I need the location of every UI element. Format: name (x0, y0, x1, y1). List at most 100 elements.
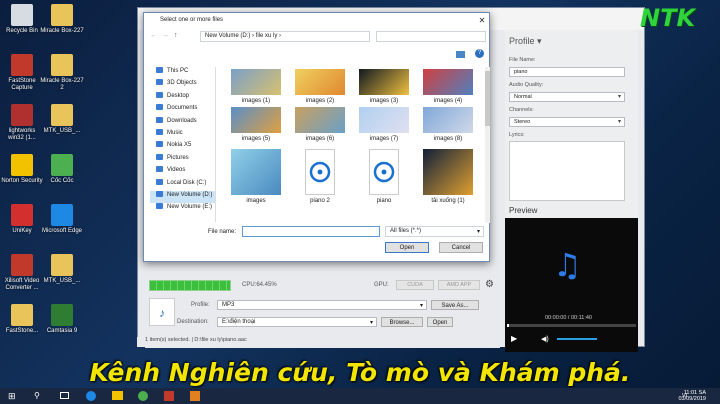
open-button[interactable]: Open (385, 242, 429, 253)
view-icon[interactable] (456, 51, 465, 58)
filename-label: File name: (208, 229, 237, 235)
save-as-button[interactable]: Save As... (431, 300, 479, 310)
browse-button[interactable]: Browse... (381, 317, 423, 327)
file-dialog: Select one or more files ✕ ← → ↑ New Vol… (143, 12, 490, 262)
desktop-icon[interactable]: Microsoft Edge (40, 204, 84, 235)
file-item[interactable]: images (5) (226, 107, 286, 142)
scrollbar[interactable] (485, 67, 490, 223)
address-bar[interactable]: New Volume (D:) › file xu ly › (200, 31, 370, 42)
nav-item-icon (156, 79, 163, 86)
search-box[interactable] (376, 31, 486, 42)
volume-slider[interactable] (557, 338, 597, 340)
nav-item[interactable]: Music (150, 128, 215, 141)
nav-item-label: Local Disk (C:) (167, 179, 207, 186)
forward-icon[interactable]: → (162, 32, 169, 39)
file-thumbnail (359, 107, 409, 133)
file-thumbnail (423, 69, 473, 95)
open-folder-button[interactable]: Open (427, 317, 453, 327)
file-thumbnail (359, 69, 409, 95)
desktop-icon[interactable]: UniKey (0, 204, 44, 235)
file-item[interactable]: images (4) (418, 69, 478, 104)
nav-item-icon (156, 91, 163, 98)
file-item[interactable]: images (3) (354, 69, 414, 104)
search-icon[interactable]: ⚲ (34, 391, 40, 400)
file-thumbnail (231, 149, 281, 195)
app-taskbar-icon[interactable] (190, 391, 200, 401)
file-item[interactable]: piano (354, 149, 414, 204)
nav-item[interactable]: Documents (150, 104, 215, 116)
gpu-label: GPU: (374, 282, 389, 288)
file-item[interactable]: images (8) (418, 107, 478, 142)
volume-icon[interactable]: ◀) (541, 335, 549, 343)
coccoc-taskbar-icon[interactable] (138, 391, 148, 401)
back-icon[interactable]: ← (150, 32, 157, 39)
gear-icon[interactable]: ⚙ (485, 279, 494, 290)
folder-taskbar-icon[interactable] (112, 391, 123, 400)
desktop-app-icon (11, 54, 33, 76)
desktop-icon[interactable]: FastStone... (0, 304, 44, 335)
clock[interactable]: 11:01 SA 03/09/2019 (678, 390, 706, 402)
file-item[interactable]: images (1) (226, 69, 286, 104)
desktop-app-icon (11, 204, 33, 226)
nav-item[interactable]: Nokia X5 (150, 141, 215, 153)
close-icon[interactable]: ✕ (475, 13, 489, 29)
audio-quality-select[interactable]: Normal (509, 92, 625, 102)
xilisoft-taskbar-icon[interactable] (164, 391, 174, 401)
start-icon[interactable]: ⊞ (8, 391, 16, 402)
desktop-app-icon (51, 304, 73, 326)
nav-item[interactable]: Pictures (150, 153, 215, 166)
amd-app-button[interactable]: AMD APP (438, 280, 480, 290)
desktop-icon[interactable]: Norton Security (0, 154, 44, 185)
desktop-icon[interactable]: FastStone Capture (0, 54, 44, 92)
scrollbar-thumb[interactable] (485, 71, 490, 126)
desktop-icon-label: Norton Security (1, 178, 43, 184)
play-icon[interactable]: ▶ (511, 334, 517, 343)
desktop-icon[interactable]: Xilisoft Video Converter ... (0, 254, 44, 292)
desktop-icon[interactable]: lightworks win32 (1... (0, 104, 44, 142)
file-name: images (8) (433, 136, 463, 142)
desktop-icon[interactable]: Recycle Bin (0, 4, 44, 35)
progress-bar (149, 280, 231, 291)
file-item[interactable]: piano 2 (290, 149, 350, 204)
desktop-app-icon (11, 304, 33, 326)
desktop-icon-label: Miracle Box-227 2 (40, 78, 84, 91)
file-item[interactable]: images (226, 149, 286, 204)
nav-item[interactable]: This PC (150, 67, 215, 79)
nav-item-label: Desktop (167, 92, 190, 99)
nav-item[interactable]: New Volume (D:) (150, 190, 215, 204)
desktop-icon[interactable]: Cốc Cốc (40, 154, 84, 185)
profile-select[interactable]: MP3 ▾ (217, 300, 427, 310)
file-thumbnail (305, 149, 335, 195)
file-item[interactable]: images (6) (290, 107, 350, 142)
cuda-button[interactable]: CUDA (396, 280, 434, 290)
filename-input[interactable] (242, 226, 380, 237)
file-item[interactable]: tải xuống (1) (418, 149, 478, 204)
desktop-icon[interactable]: Camtasia 9 (40, 304, 84, 335)
file-item[interactable]: images (2) (290, 69, 350, 104)
progress-fill (150, 281, 230, 290)
lyrics-field[interactable] (509, 141, 625, 201)
nav-item[interactable]: 3D Objects (150, 79, 215, 91)
desktop-icon[interactable]: MTK_USB_... (40, 254, 84, 285)
file-item[interactable]: images (7) (354, 107, 414, 142)
profile-format-icon: ♪ (149, 298, 175, 326)
nav-item[interactable]: New Volume (E:) (150, 203, 215, 215)
cancel-button[interactable]: Cancel (439, 242, 483, 253)
filetype-select[interactable]: All files (*.*) ▾ (385, 226, 484, 237)
profile-header[interactable]: Profile ▾ (505, 30, 638, 53)
preview-area: ♫ 00:00:00 / 00:11:40 ▶ ◀) (505, 218, 638, 352)
nav-item[interactable]: Downloads (150, 116, 215, 129)
channels-select[interactable]: Stereo (509, 117, 625, 127)
nav-item[interactable]: Videos (150, 166, 215, 178)
task-view-icon[interactable] (60, 392, 69, 399)
nav-item[interactable]: Desktop (150, 91, 215, 104)
file-name-field[interactable]: piano (509, 67, 625, 77)
desktop-icon[interactable]: MTK_USB_... (40, 104, 84, 135)
edge-taskbar-icon[interactable] (86, 391, 96, 401)
desktop-icon[interactable]: Miracle Box-227 2 (40, 54, 84, 92)
destination-field[interactable]: E:\điện thoại ▾ (217, 317, 377, 327)
up-icon[interactable]: ↑ (174, 32, 178, 39)
nav-item[interactable]: Local Disk (C:) (150, 178, 215, 191)
desktop-icon[interactable]: Miracle Box-227 (40, 4, 84, 35)
help-icon[interactable]: ? (475, 49, 484, 58)
